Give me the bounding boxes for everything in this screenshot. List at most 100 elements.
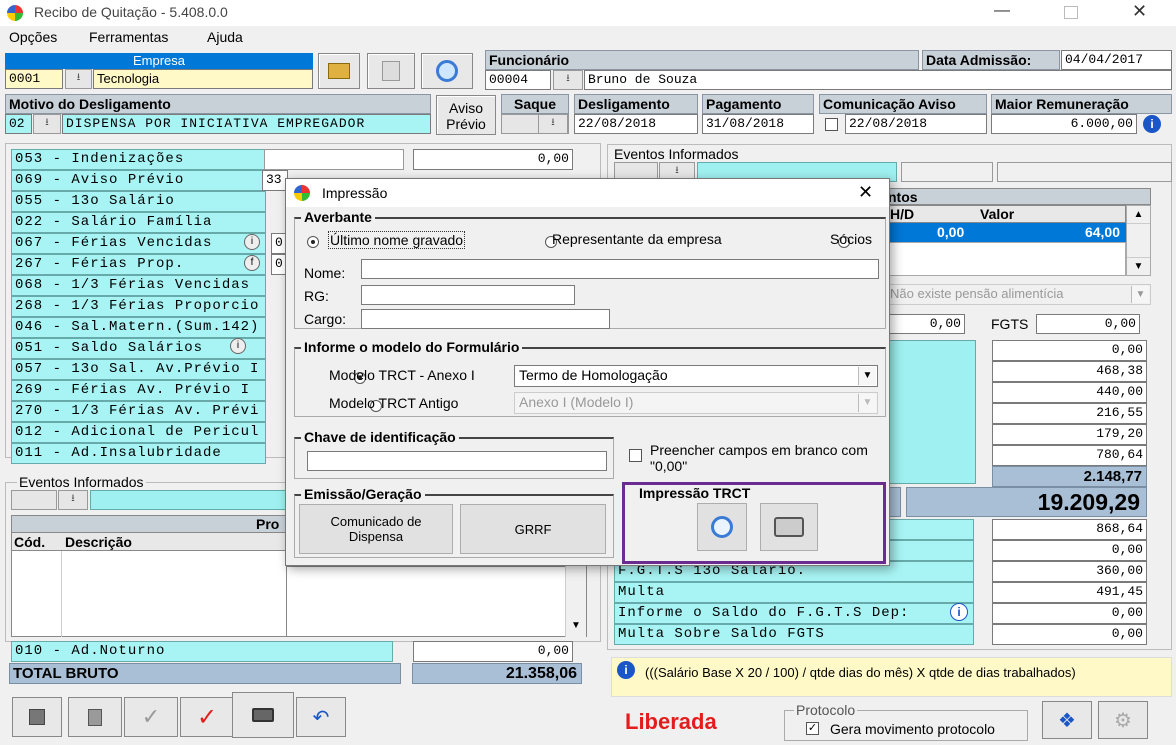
comunicacao-checkbox[interactable] — [825, 118, 838, 131]
preencher-checkbox[interactable] — [629, 449, 642, 462]
funcionario-lookup-icon[interactable]: ⭳ — [553, 70, 583, 90]
saldo-salarios-info-icon[interactable]: i — [230, 338, 246, 354]
aviso-previo-button[interactable]: Aviso Prévio — [436, 95, 496, 135]
event-row[interactable]: 011 - Ad.Insalubridade — [11, 443, 266, 464]
minimize-icon[interactable]: — — [994, 2, 1010, 20]
dialog-close-icon[interactable]: ✕ — [858, 182, 873, 203]
fgts-value[interactable]: 0,00 — [1036, 314, 1140, 334]
info-icon[interactable]: i — [1143, 115, 1161, 133]
saldo-fgts-info-icon[interactable]: i — [950, 603, 968, 621]
funcionario-name[interactable]: Bruno de Souza — [584, 70, 1172, 90]
lower-value-row[interactable]: 0,00 — [992, 624, 1147, 645]
right-grid-scrollbar[interactable]: ▲ ▼ — [1126, 205, 1151, 276]
lower-label-row: Informe o Saldo do F.G.T.S Dep: — [614, 603, 974, 624]
aviso-label-2: Prévio — [446, 116, 486, 132]
empresa-lookup-icon[interactable]: ⭳ — [65, 69, 92, 89]
empresa-name[interactable]: Tecnologia — [93, 69, 313, 89]
lower-value-row[interactable]: 491,45 — [992, 582, 1147, 603]
lower-table-cols: Cód. Descrição — [12, 533, 286, 551]
ferias-prop-info-icon[interactable]: f — [244, 255, 260, 271]
eventos-desc-field[interactable] — [90, 490, 286, 510]
admissao-value[interactable]: 04/04/2017 — [1061, 50, 1172, 70]
close-icon[interactable]: ✕ — [1132, 1, 1147, 22]
lower-value-row[interactable]: 0,00 — [992, 603, 1147, 624]
protocolo-checkbox[interactable]: ✓ — [806, 722, 819, 735]
event-row[interactable]: 068 - 1/3 Férias Vencidas — [11, 275, 266, 296]
chave-input[interactable] — [307, 451, 607, 471]
print-button[interactable] — [232, 692, 294, 738]
network-button[interactable]: ❖ — [1042, 701, 1092, 739]
motivo-lookup-icon[interactable]: ⭳ — [33, 114, 61, 134]
averbante-title: Averbante — [301, 209, 375, 225]
eventos-code-field[interactable] — [11, 490, 57, 510]
comunicado-dispensa-button[interactable]: Comunicado de Dispensa — [299, 504, 453, 554]
pensao-select[interactable]: Não existe pensão alimentícia ▼ — [885, 284, 1151, 305]
open-folder-button[interactable] — [318, 53, 360, 89]
value-row[interactable]: 440,00 — [992, 382, 1147, 403]
motivo-value[interactable]: DISPENSA POR INICIATIVA EMPREGADOR — [62, 114, 431, 134]
empresa-code[interactable]: 0001 — [5, 69, 63, 89]
event-row[interactable]: 069 - Aviso Prévio — [11, 170, 266, 191]
right-mid-value[interactable]: 0,00 — [885, 314, 965, 334]
event-row[interactable]: 022 - Salário Família — [11, 212, 266, 233]
lower-value-row[interactable]: 0,00 — [992, 540, 1147, 561]
ad-noturno-value[interactable]: 0,00 — [413, 641, 573, 662]
modelo-select[interactable]: Termo de Homologação ▼ — [514, 365, 878, 387]
funcionario-code[interactable]: 00004 — [485, 70, 551, 90]
pagamento-value[interactable]: 31/08/2018 — [702, 114, 814, 134]
calc-button[interactable] — [367, 53, 415, 89]
undo-button[interactable]: ↶ — [296, 697, 346, 737]
maior-remuneracao-value[interactable]: 6.000,00 — [991, 114, 1137, 134]
right-val-field[interactable] — [997, 162, 1172, 182]
menu-opcoes[interactable]: Opções — [9, 29, 57, 45]
radio-ultimo-nome[interactable] — [307, 235, 319, 248]
value-row[interactable]: 468,38 — [992, 361, 1147, 382]
right-grid-cols: H/D Valor — [885, 205, 1126, 223]
menu-ajuda[interactable]: Ajuda — [207, 29, 243, 45]
saque-lookup-icon[interactable]: ⭳ — [538, 114, 568, 134]
search-doc-button[interactable] — [421, 53, 473, 89]
grrf-button[interactable]: GRRF — [460, 504, 606, 554]
comunicacao-value[interactable]: 22/08/2018 — [845, 114, 987, 134]
value-row[interactable]: 0,00 — [992, 340, 1147, 361]
event-row[interactable]: 270 - 1/3 Férias Av. Prévi — [11, 401, 266, 422]
event-row[interactable]: 055 - 13o Salário — [11, 191, 266, 212]
confirm-button[interactable]: ✓ — [124, 697, 178, 737]
event-row[interactable]: 012 - Adicional de Pericul — [11, 422, 266, 443]
indenizacoes-field[interactable] — [264, 149, 404, 170]
event-row[interactable]: 057 - 13o Sal. Av.Prévio I — [11, 359, 266, 380]
event-row[interactable]: 268 - 1/3 Férias Proporcio — [11, 296, 266, 317]
lower-table-scrollbar[interactable]: ▼ — [565, 566, 586, 637]
menu-ferramentas[interactable]: Ferramentas — [89, 29, 168, 45]
motivo-code[interactable]: 02 — [5, 114, 32, 134]
event-row[interactable]: 269 - Férias Av. Prévio I — [11, 380, 266, 401]
print-trct-button[interactable] — [760, 503, 818, 551]
rg-input[interactable] — [361, 285, 575, 305]
tools-button[interactable]: ⚙ — [1098, 701, 1148, 739]
right-grid-selected-row[interactable]: 0,00 64,00 — [885, 223, 1126, 242]
indenizacoes-value[interactable]: 0,00 — [413, 149, 573, 170]
eventos-lookup-icon[interactable]: ⭳ — [58, 490, 88, 510]
nome-input[interactable] — [361, 259, 879, 279]
right-hd-field[interactable] — [901, 162, 993, 182]
event-row[interactable]: 046 - Sal.Matern.(Sum.142) — [11, 317, 266, 338]
ad-noturno-label[interactable]: 010 - Ad.Noturno — [11, 641, 393, 662]
cargo-input[interactable] — [361, 309, 610, 329]
event-row[interactable]: 051 - Saldo Salários — [11, 338, 266, 359]
maximize-icon[interactable] — [1064, 6, 1078, 19]
save-button[interactable] — [12, 697, 62, 737]
event-row[interactable]: 067 - Férias Vencidas — [11, 233, 266, 254]
lower-value-row[interactable]: 360,00 — [992, 561, 1147, 582]
value-row[interactable]: 216,55 — [992, 403, 1147, 424]
preview-trct-button[interactable] — [697, 503, 747, 551]
desligamento-value[interactable]: 22/08/2018 — [574, 114, 698, 134]
event-row[interactable]: 267 - Férias Prop. — [11, 254, 266, 275]
lower-value-row[interactable]: 868,64 — [992, 519, 1147, 540]
ferias-vencidas-info-icon[interactable]: i — [244, 234, 260, 250]
modelo-antigo-select[interactable]: Anexo I (Modelo I) ▼ — [514, 392, 878, 414]
event-row[interactable]: 053 - Indenizações — [11, 149, 266, 170]
value-row[interactable]: 780,64 — [992, 445, 1147, 466]
delete-button[interactable] — [68, 697, 122, 737]
approve-button[interactable]: ✓ — [180, 697, 234, 737]
value-row[interactable]: 179,20 — [992, 424, 1147, 445]
